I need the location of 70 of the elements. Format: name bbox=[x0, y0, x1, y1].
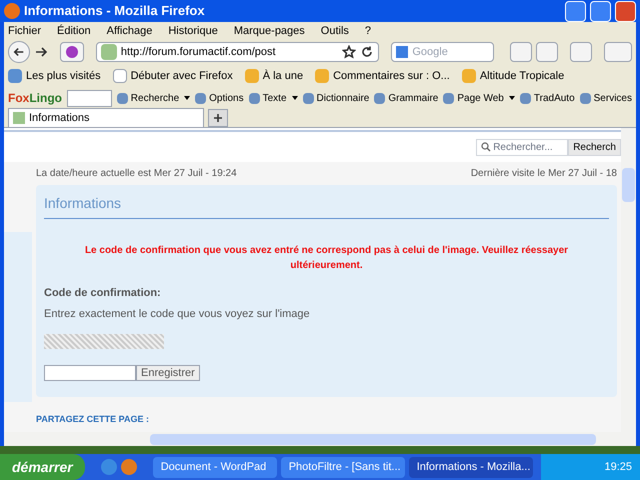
bookmark-link[interactable]: Les plus visités bbox=[26, 68, 101, 84]
search-button[interactable]: Recherch bbox=[568, 138, 621, 156]
taskbar-button[interactable]: Informations - Mozilla... bbox=[408, 456, 533, 478]
bookmark-icon bbox=[462, 69, 476, 83]
toolbar-item[interactable]: Dictionnaire bbox=[316, 90, 370, 106]
bookmark-icon bbox=[244, 69, 259, 83]
close-button[interactable] bbox=[615, 0, 636, 22]
tool-icon bbox=[302, 92, 314, 104]
toolbar-item[interactable]: Page Web bbox=[457, 90, 504, 106]
tool-icon bbox=[116, 92, 128, 104]
tool-icon bbox=[520, 92, 531, 104]
tool-icon bbox=[374, 92, 386, 104]
foxlingo-logo[interactable]: FoxLingo bbox=[8, 89, 62, 107]
code-input[interactable] bbox=[44, 365, 136, 381]
submit-button[interactable]: Enregistrer bbox=[136, 365, 200, 381]
error-message: Le code de confirmation que vous avez entré ne correspond pas à celui de l'image. Veuillez réessayer ultérieurement. bbox=[84, 244, 570, 273]
caret-icon[interactable] bbox=[184, 96, 190, 100]
caret-icon[interactable] bbox=[292, 96, 298, 100]
start-button[interactable]: démarrer bbox=[0, 454, 85, 480]
code-hint: Entrez exactement le code que vous voyez sur l'image bbox=[44, 306, 311, 322]
dropdown-field[interactable] bbox=[67, 90, 112, 106]
last-visit-text: Dernière visite le Mer 27 Juil - 18 bbox=[470, 167, 617, 181]
menu-item[interactable]: Fichier bbox=[8, 22, 42, 40]
toolbar-item[interactable]: TradAuto bbox=[534, 90, 575, 106]
search-icon bbox=[481, 142, 492, 152]
back-button[interactable] bbox=[8, 41, 30, 63]
clock: 19:25 bbox=[604, 460, 632, 475]
tool-icon bbox=[248, 92, 260, 104]
back-arrow-icon bbox=[13, 46, 26, 58]
horizontal-scrollbar[interactable] bbox=[4, 432, 636, 446]
tool-icon bbox=[443, 92, 454, 104]
menu-item[interactable]: Marque-pages bbox=[234, 22, 305, 40]
address-field[interactable]: http://forum.forumactif.com/post bbox=[96, 42, 380, 62]
toolbar-item[interactable]: Recherche bbox=[130, 90, 180, 106]
bookmark-link[interactable]: Altitude Tropicale bbox=[480, 68, 564, 84]
menu-item[interactable]: Historique bbox=[168, 22, 218, 40]
reload-icon[interactable] bbox=[360, 45, 374, 59]
plus-icon bbox=[213, 113, 223, 123]
maximize-button[interactable] bbox=[590, 0, 611, 22]
menu-item[interactable]: Édition bbox=[57, 22, 91, 40]
toolbar-item[interactable]: Grammaire bbox=[388, 90, 438, 106]
new-tab-button[interactable] bbox=[208, 109, 228, 127]
taskbar-button[interactable]: Document - WordPad bbox=[152, 456, 277, 478]
toolbar-item[interactable]: Options bbox=[209, 90, 244, 106]
taskbar-button[interactable]: PhotoFiltre - [Sans tit... bbox=[280, 456, 405, 478]
vertical-scrollbar[interactable] bbox=[621, 128, 636, 432]
tool-icon bbox=[195, 92, 206, 104]
star-icon[interactable] bbox=[342, 45, 356, 59]
menu-item[interactable]: Affichage bbox=[106, 22, 152, 40]
window-title: Informations - Mozilla Firefox bbox=[24, 2, 206, 20]
bookmark-link[interactable]: Débuter avec Firefox bbox=[130, 68, 233, 84]
bookmark-link[interactable]: Commentaires sur : O... bbox=[333, 68, 450, 84]
share-heading: PARTAGEZ CETTE PAGE : bbox=[36, 413, 150, 426]
current-date-text: La date/heure actuelle est Mer 27 Juil - 19:24 bbox=[36, 167, 237, 181]
minimize-button[interactable] bbox=[565, 0, 586, 22]
panel-title: Informations bbox=[44, 193, 609, 219]
forum-search-field[interactable]: Rechercher... bbox=[476, 138, 568, 156]
bookmark-link[interactable]: À la une bbox=[262, 68, 304, 84]
code-label: Code de confirmation: bbox=[44, 286, 162, 301]
menu-item[interactable]: ? bbox=[364, 22, 372, 40]
bookmark-icon bbox=[112, 69, 127, 83]
toolbar-item[interactable]: Services bbox=[594, 90, 632, 106]
menu-item[interactable]: Outils bbox=[320, 22, 349, 40]
forward-arrow-icon[interactable] bbox=[34, 45, 48, 59]
tool-icon bbox=[580, 92, 591, 104]
tab[interactable]: Informations bbox=[8, 108, 204, 127]
toolbar-item[interactable]: Texte bbox=[262, 90, 287, 106]
bookmark-icon bbox=[8, 69, 22, 83]
bookmark-icon bbox=[315, 69, 330, 83]
caret-icon[interactable] bbox=[508, 96, 515, 100]
